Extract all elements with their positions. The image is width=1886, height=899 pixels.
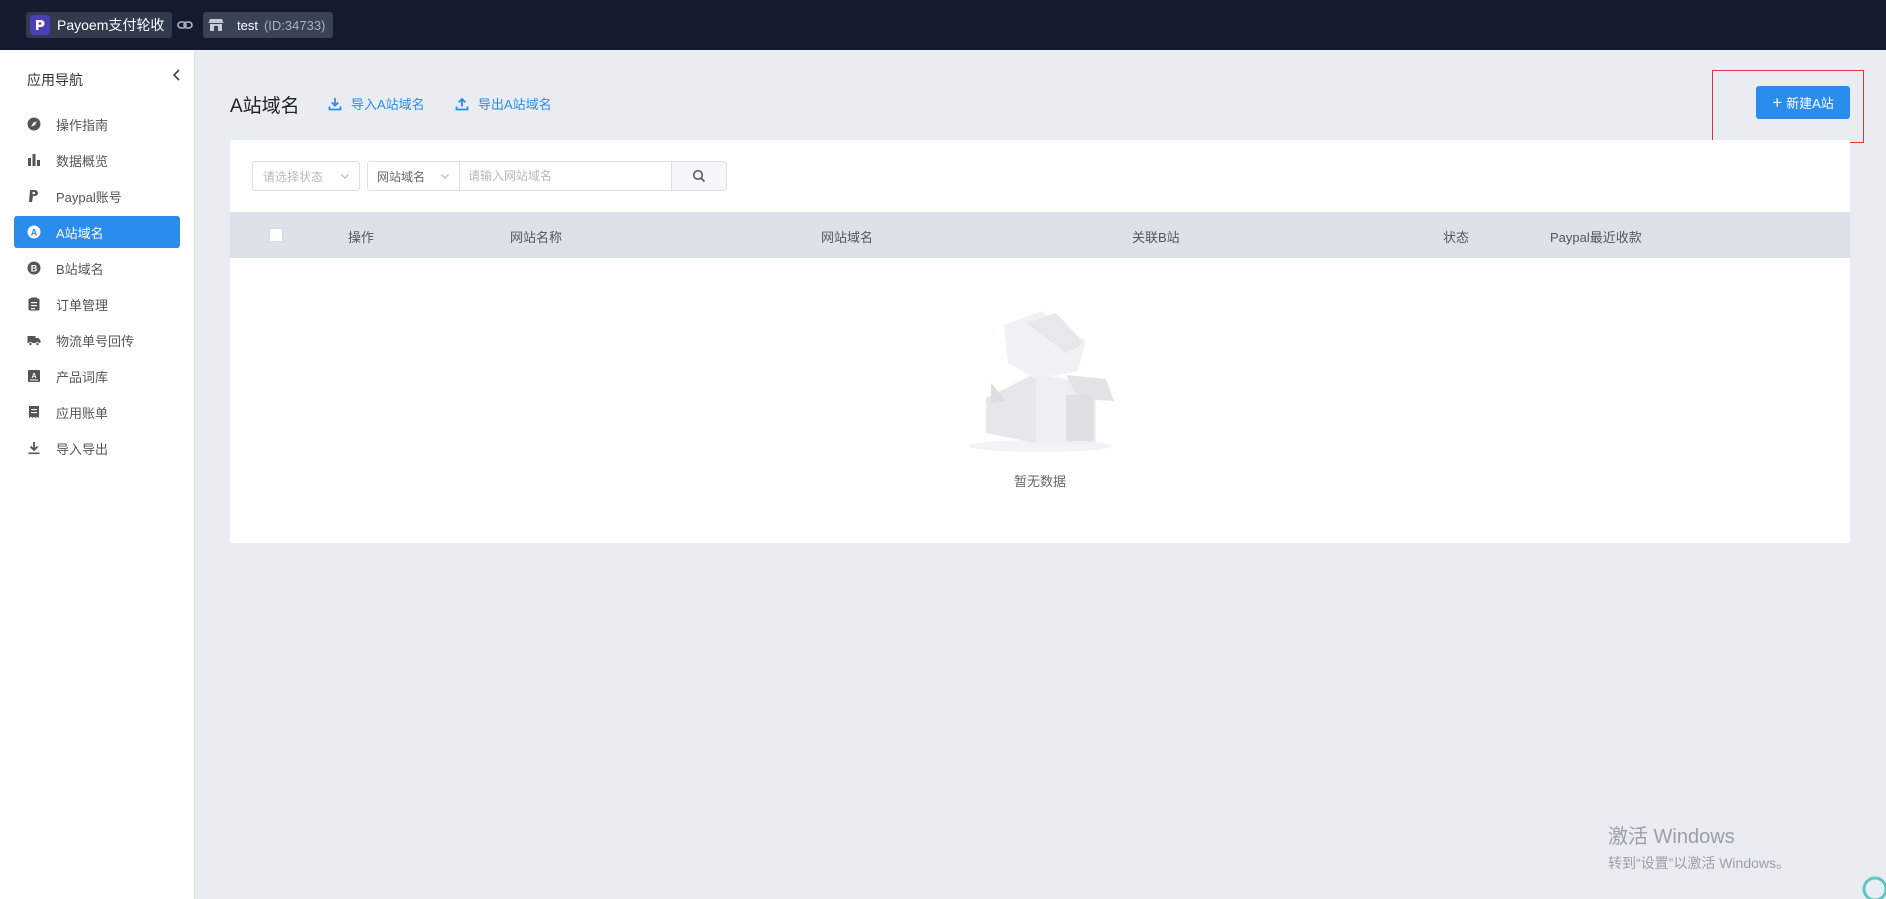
chevron-down-icon — [441, 174, 449, 179]
link-icon — [176, 16, 194, 34]
letter-b-icon: B — [27, 261, 41, 275]
store-switcher[interactable]: test (ID:34733) — [203, 12, 334, 38]
domain-list-card: 请选择状态 网站域名 操作 网站名称 网站域名 关联B站 状态 Paypal最近… — [230, 140, 1850, 543]
sidebar-item-label: 物流单号回传 — [56, 333, 135, 349]
sidebar-item-label: 操作指南 — [56, 117, 109, 133]
download-icon — [27, 441, 41, 455]
store-icon — [207, 16, 225, 34]
sidebar-item-orders[interactable]: 订单管理 — [14, 288, 180, 320]
sidebar-item-label: A站域名 — [56, 225, 104, 241]
corner-app-icon — [1862, 876, 1886, 899]
letter-a-icon: A — [27, 225, 41, 239]
watermark-line-2: 转到“设置”以激活 Windows。 — [1608, 855, 1791, 871]
page-title: A站域名 — [230, 96, 300, 117]
sidebar-item-products[interactable]: A 产品词库 — [14, 360, 180, 392]
empty-box-illustration — [969, 311, 1114, 452]
status-select[interactable]: 请选择状态 — [252, 161, 360, 191]
import-a-domain-link[interactable]: 导入A站域名 — [328, 94, 425, 113]
clipboard-icon — [27, 297, 41, 311]
app-name: Payoem支付轮收 — [57, 17, 165, 33]
bar-chart-icon — [27, 153, 41, 167]
bill-icon — [27, 405, 41, 419]
column-header: 操作 — [348, 230, 375, 245]
import-icon — [328, 97, 342, 110]
sidebar-item-label: B站域名 — [56, 261, 104, 277]
plus-icon: + — [1772, 93, 1783, 112]
sidebar-item-billing[interactable]: 应用账单 — [14, 396, 180, 428]
sidebar-item-b-domain[interactable]: B B站域名 — [14, 252, 180, 284]
collapse-sidebar-icon[interactable] — [170, 67, 184, 83]
export-icon — [455, 97, 469, 110]
sidebar-item-paypal[interactable]: Paypal账号 — [14, 180, 180, 212]
column-header: 网站名称 — [510, 230, 563, 245]
svg-text:A: A — [31, 373, 36, 380]
export-a-domain-link[interactable]: 导出A站域名 — [455, 94, 552, 113]
new-a-site-label: 新建A站 — [1786, 96, 1834, 111]
truck-icon — [27, 333, 41, 347]
sidebar-item-label: 应用账单 — [56, 405, 109, 421]
windows-activation-watermark: 激活 Windows 转到“设置”以激活 Windows。 — [1608, 820, 1790, 873]
svg-text:A: A — [31, 227, 38, 237]
sidebar-item-label: 导入导出 — [56, 441, 109, 457]
sidebar-item-label: Paypal账号 — [56, 189, 122, 205]
empty-state: 暂无数据 — [230, 258, 1850, 543]
paypal-icon — [27, 189, 41, 203]
column-header: 网站域名 — [821, 230, 874, 245]
sidebar-item-overview[interactable]: 数据概览 — [14, 144, 180, 176]
chevron-down-icon — [341, 174, 349, 179]
sidebar-title: 应用导航 — [27, 72, 83, 88]
sidebar-item-label: 订单管理 — [56, 297, 109, 313]
table-header: 操作 网站名称 网站域名 关联B站 状态 Paypal最近收款 — [230, 212, 1850, 258]
import-label: 导入A站域名 — [351, 97, 425, 112]
export-label: 导出A站域名 — [478, 97, 552, 112]
store-id: (ID:34733) — [263, 17, 326, 33]
new-a-site-button[interactable]: + 新建A站 — [1756, 86, 1850, 119]
search-button[interactable] — [671, 161, 727, 191]
sidebar-nav: 操作指南 数据概览 Paypal账号 A A站域名 B B站域名 订单管理 物流… — [14, 108, 180, 468]
column-header: 关联B站 — [1132, 230, 1180, 245]
select-all-checkbox[interactable] — [269, 228, 283, 242]
compass-icon — [27, 117, 41, 131]
sidebar-item-import-export[interactable]: 导入导出 — [14, 432, 180, 464]
search-icon — [692, 169, 706, 183]
sidebar-item-guide[interactable]: 操作指南 — [14, 108, 180, 140]
dictionary-icon: A — [27, 369, 41, 383]
top-bar: Payoem支付轮收 test (ID:34733) — [0, 0, 1886, 50]
app-switcher[interactable]: Payoem支付轮收 — [26, 12, 173, 38]
sidebar-item-a-domain[interactable]: A A站域名 — [14, 216, 180, 248]
sidebar-item-tracking[interactable]: 物流单号回传 — [14, 324, 180, 356]
sidebar: 应用导航 操作指南 数据概览 Paypal账号 A A站域名 B B站域名 订单… — [0, 50, 195, 899]
sidebar-item-label: 数据概览 — [56, 153, 109, 169]
status-select-placeholder: 请选择状态 — [263, 169, 324, 184]
column-header: 状态 — [1443, 230, 1470, 245]
payoem-logo-icon — [30, 15, 50, 35]
search-field-select[interactable]: 网站域名 — [367, 161, 459, 191]
watermark-line-1: 激活 Windows — [1608, 826, 1735, 848]
svg-text:B: B — [31, 263, 38, 273]
empty-text: 暂无数据 — [1013, 474, 1066, 489]
search-field-value: 网站域名 — [377, 169, 426, 184]
column-header: Paypal最近收款 — [1550, 230, 1642, 245]
sidebar-item-label: 产品词库 — [56, 369, 109, 385]
store-name: test — [237, 17, 258, 33]
search-input[interactable] — [459, 161, 672, 191]
